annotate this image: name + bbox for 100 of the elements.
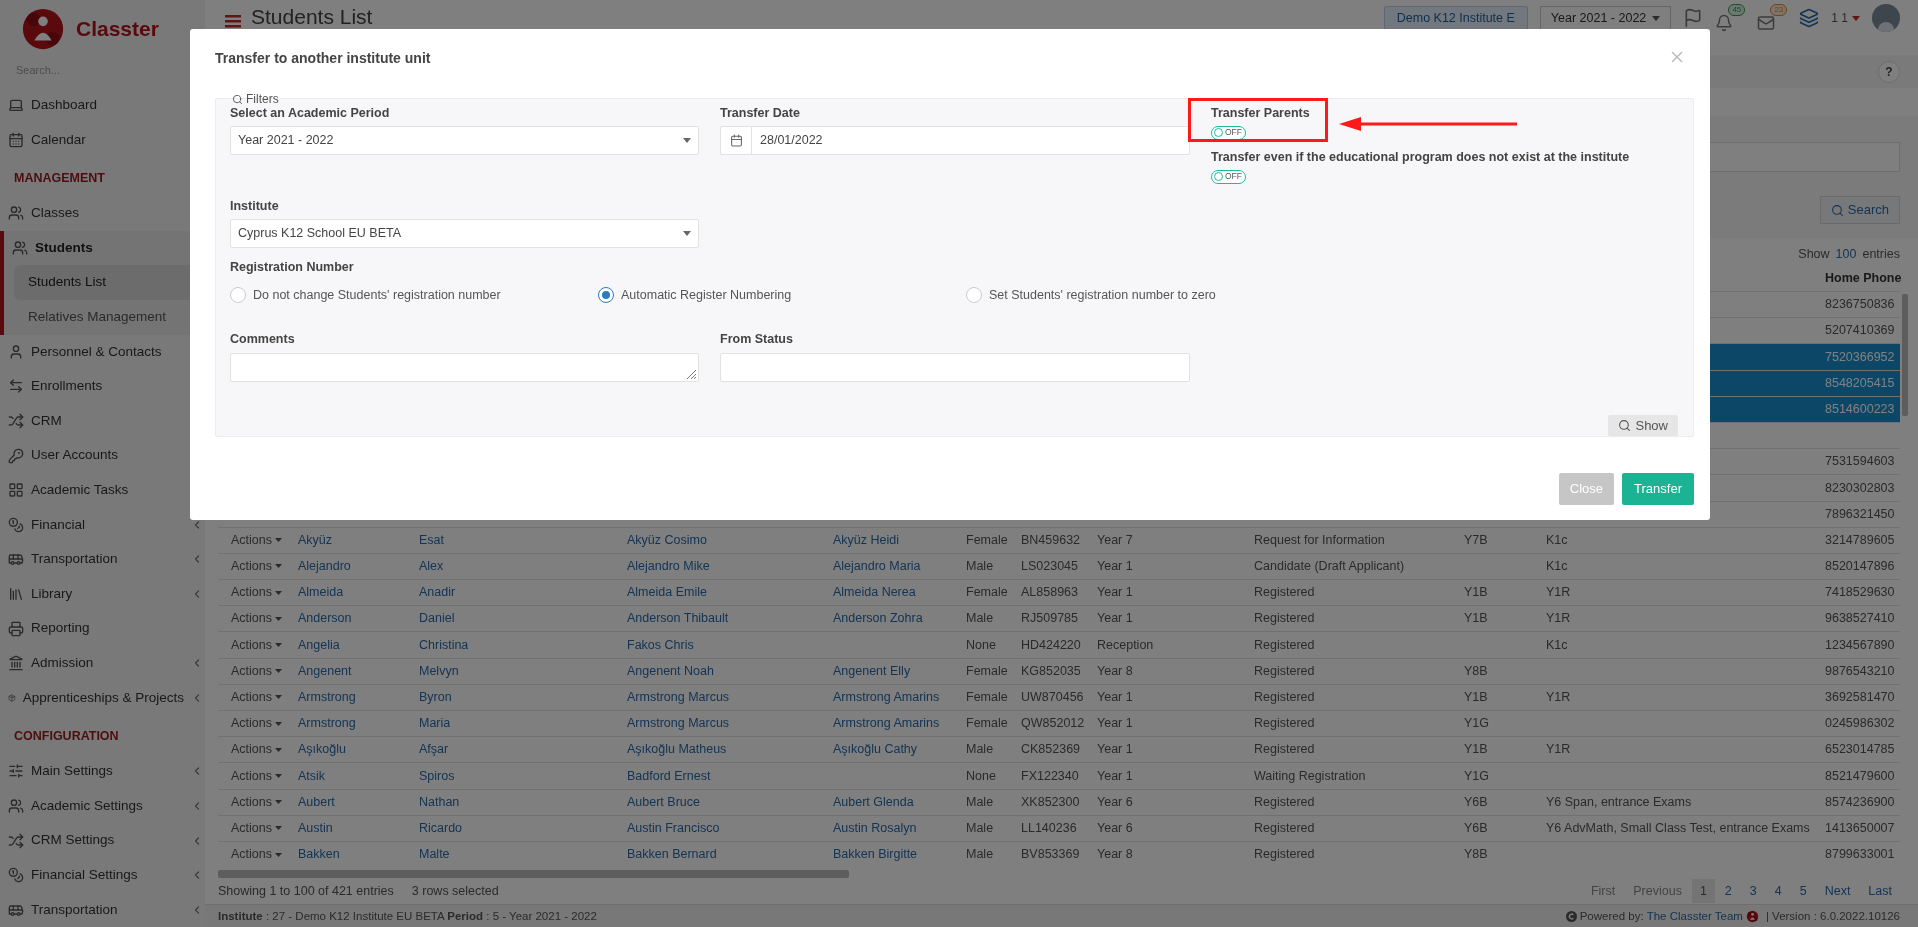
name-link[interactable]: Alejandro <box>298 559 351 574</box>
page-link[interactable]: 4 <box>1766 879 1790 904</box>
radio-button[interactable] <box>598 287 614 304</box>
actions-dropdown[interactable]: Actions <box>231 583 282 603</box>
page-link[interactable]: 5 <box>1791 879 1815 904</box>
nav-item[interactable]: Personnel & Contacts <box>0 334 205 370</box>
name-link[interactable]: Angelia <box>298 637 340 652</box>
period-select[interactable]: Year 2021 - 2022 <box>230 125 699 155</box>
name-link[interactable]: Armstrong Amarins <box>833 716 940 731</box>
period-select[interactable]: Year 2021 - 2022 <box>1539 6 1672 30</box>
name-link[interactable]: Akyüz Heidi <box>833 532 899 547</box>
menu-icon[interactable] <box>225 14 241 28</box>
nav-item[interactable]: Classes <box>0 196 205 231</box>
radio-option[interactable]: Set Students' registration number to zero <box>966 286 1334 305</box>
nav-item[interactable]: Admission <box>0 645 205 681</box>
layers-icon[interactable] <box>1799 8 1820 28</box>
name-link[interactable]: Akyüz Cosimo <box>627 532 707 547</box>
name-link[interactable]: Almeida Emile <box>627 585 707 600</box>
name-link[interactable]: Almeida Nerea <box>833 585 916 600</box>
close-button[interactable]: Close <box>1558 473 1615 505</box>
name-link[interactable]: Esat <box>419 532 444 547</box>
actions-dropdown[interactable]: Actions <box>231 766 282 786</box>
name-link[interactable]: Byron <box>419 690 452 705</box>
name-link[interactable]: Afşar <box>419 742 449 757</box>
flag-icon[interactable] <box>1683 8 1704 28</box>
status-field[interactable] <box>720 352 1190 382</box>
name-link[interactable]: Aşıkoğlu Cathy <box>833 742 918 757</box>
nav-item[interactable]: Transportation <box>0 542 205 577</box>
name-link[interactable]: Austin <box>298 820 333 835</box>
name-link[interactable]: Alejandro Maria <box>833 559 921 574</box>
actions-dropdown[interactable]: Actions <box>231 688 282 707</box>
toggle-switch[interactable]: OFF <box>1211 125 1246 140</box>
comments-field[interactable] <box>230 352 699 382</box>
horizontal-scrollbar[interactable] <box>218 870 849 879</box>
name-link[interactable]: Aşıkoğlu <box>298 742 346 757</box>
name-link[interactable]: Alex <box>419 559 444 574</box>
name-link[interactable]: Almeida <box>298 585 344 600</box>
nav-item[interactable]: CRM Settings <box>0 823 205 858</box>
actions-dropdown[interactable]: Actions <box>231 818 282 838</box>
page-link[interactable]: Last <box>1860 879 1900 904</box>
search-button[interactable]: Search <box>1819 196 1900 224</box>
name-link[interactable]: Anderson Zohra <box>833 611 923 626</box>
team-link[interactable]: The Classter Team <box>1646 907 1743 925</box>
radio-option[interactable]: Do not change Students' registration number <box>230 286 598 305</box>
name-link[interactable]: Anadir <box>419 585 456 600</box>
name-link[interactable]: Maria <box>419 716 451 731</box>
name-link[interactable]: Armstrong <box>298 716 356 731</box>
name-link[interactable]: Daniel <box>419 611 455 626</box>
actions-dropdown[interactable]: Actions <box>231 845 282 864</box>
name-link[interactable]: Aubert Bruce <box>627 794 700 809</box>
help-button[interactable]: ? <box>1878 60 1900 83</box>
institute-select[interactable]: Cyprus K12 School EU BETA <box>230 219 699 249</box>
name-link[interactable]: Bakken Birgitte <box>833 847 918 862</box>
toggle-switch[interactable]: OFF <box>1211 169 1246 184</box>
page-link[interactable]: 1 <box>1691 879 1715 904</box>
nav-item[interactable]: Dashboard <box>0 87 205 123</box>
name-link[interactable]: Spiros <box>419 768 455 783</box>
nav-item[interactable]: Transportation <box>0 892 205 927</box>
name-link[interactable]: Badford Ernest <box>627 768 711 783</box>
nav-item[interactable]: Financial <box>0 507 205 543</box>
name-link[interactable]: Fakos Chris <box>627 637 694 652</box>
page-link[interactable]: Next <box>1816 879 1859 904</box>
name-link[interactable]: Angenent Elly <box>833 663 911 678</box>
page-link[interactable]: 2 <box>1716 879 1740 904</box>
vertical-scrollbar[interactable] <box>1902 294 1908 416</box>
show-button[interactable]: Show <box>1608 414 1678 436</box>
radio-option[interactable]: Automatic Register Numbering <box>598 286 966 305</box>
name-link[interactable]: Ricardo <box>419 820 463 835</box>
date-field[interactable]: 28/01/2022 <box>720 125 1190 155</box>
nav-item[interactable]: Academic Tasks <box>0 472 205 508</box>
page-size-select[interactable]: 100 <box>1835 244 1857 264</box>
actions-dropdown[interactable]: Actions <box>231 740 282 760</box>
name-link[interactable]: Armstrong Marcus <box>627 716 730 731</box>
nav-item[interactable]: Calendar <box>0 122 205 158</box>
name-link[interactable]: Malte <box>419 847 450 862</box>
nav-item[interactable]: Financial Settings <box>0 857 205 893</box>
name-link[interactable]: Angenent <box>298 663 352 678</box>
transfer-button[interactable]: Transfer <box>1622 473 1694 505</box>
nav-item[interactable]: Students <box>4 230 205 266</box>
nav-item[interactable]: Enrollments <box>0 369 205 404</box>
name-link[interactable]: Austin Francisco <box>627 820 720 835</box>
actions-dropdown[interactable]: Actions <box>231 714 282 733</box>
name-link[interactable]: Christina <box>419 637 469 652</box>
name-link[interactable]: Aşıkoğlu Matheus <box>627 742 727 757</box>
notifications-button[interactable]: 45 <box>1715 4 1746 32</box>
actions-dropdown[interactable]: Actions <box>231 792 282 812</box>
name-link[interactable]: Armstrong Marcus <box>627 690 730 705</box>
nav-item[interactable]: User Accounts <box>0 438 205 473</box>
page-link[interactable]: 3 <box>1741 879 1765 904</box>
name-link[interactable]: Armstrong <box>298 690 356 705</box>
actions-dropdown[interactable]: Actions <box>231 609 282 629</box>
nav-item[interactable]: Library <box>0 576 205 612</box>
nav-item[interactable]: Reporting <box>0 611 205 646</box>
radio-button[interactable] <box>966 287 982 304</box>
actions-dropdown[interactable]: Actions <box>231 635 282 655</box>
radio-button[interactable] <box>230 287 246 304</box>
name-link[interactable]: Bakken <box>298 847 340 862</box>
name-link[interactable]: Austin Rosalyn <box>833 820 917 835</box>
name-link[interactable]: Atsik <box>298 768 326 783</box>
institute-button[interactable]: Demo K12 Institute E <box>1383 6 1528 30</box>
